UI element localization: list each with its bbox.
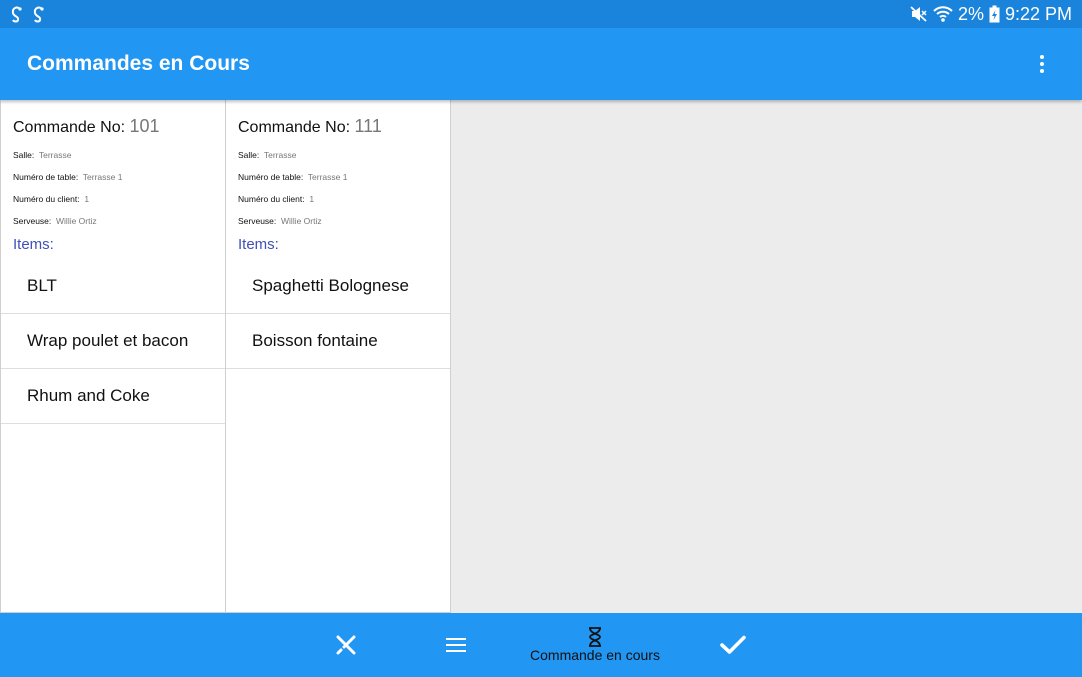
nav-commande-en-cours-button[interactable]: Commande en cours xyxy=(515,613,675,677)
serveuse-label: Serveuse: xyxy=(238,216,277,226)
serveuse-label: Serveuse: xyxy=(13,216,52,226)
table-value: Terrasse 1 xyxy=(307,172,348,182)
mute-icon xyxy=(910,6,927,22)
utensils-icon xyxy=(336,635,356,655)
salle-label: Salle: xyxy=(13,150,35,160)
items-label: Items: xyxy=(13,236,54,253)
nav-check-button[interactable] xyxy=(713,613,753,677)
order-salle: Salle: Terrasse xyxy=(13,149,213,161)
order-serveuse: Serveuse: Willie Ortiz xyxy=(238,215,438,227)
battery-charging-icon xyxy=(989,5,1000,23)
status-bar: 2% 9:22 PM xyxy=(0,0,1082,28)
order-table: Numéro de table: Terrasse 1 xyxy=(238,171,438,183)
list-item[interactable]: Boisson fontaine xyxy=(226,314,450,369)
serveuse-value: Willie Ortiz xyxy=(281,216,322,226)
order-card[interactable]: Commande No: 111 Salle: Terrasse Numéro … xyxy=(226,100,451,613)
battery-percent: 2% xyxy=(957,3,984,24)
client-value: 1 xyxy=(84,194,90,204)
notification-icon xyxy=(11,6,22,23)
list-item[interactable]: Rhum and Coke xyxy=(1,369,225,424)
list-item[interactable]: Wrap poulet et bacon xyxy=(1,314,225,369)
order-client: Numéro du client: 1 xyxy=(13,193,213,205)
client-label: Numéro du client: xyxy=(13,194,80,204)
items-list: Spaghetti Bolognese Boisson fontaine xyxy=(226,259,450,369)
nav-menu-button[interactable] xyxy=(436,613,476,677)
orders-list: Commande No: 101 Salle: Terrasse Numéro … xyxy=(0,100,451,613)
table-label: Numéro de table: xyxy=(13,172,79,182)
list-item[interactable]: Spaghetti Bolognese xyxy=(226,259,450,314)
client-label: Numéro du client: xyxy=(238,194,305,204)
order-title: Commande No: 101 xyxy=(13,116,213,137)
checkmark-icon xyxy=(720,635,746,654)
order-client: Numéro du client: 1 xyxy=(238,193,438,205)
hourglass-icon xyxy=(589,627,601,647)
menu-lines-icon xyxy=(446,638,466,652)
nav-label: Commande en cours xyxy=(530,647,660,663)
status-time: 9:22 PM xyxy=(1004,3,1072,24)
serveuse-value: Willie Ortiz xyxy=(56,216,97,226)
order-number: 101 xyxy=(129,116,160,136)
order-table: Numéro de table: Terrasse 1 xyxy=(13,171,213,183)
items-list: BLT Wrap poulet et bacon Rhum and Coke xyxy=(1,259,225,424)
order-card[interactable]: Commande No: 101 Salle: Terrasse Numéro … xyxy=(0,100,226,613)
table-value: Terrasse 1 xyxy=(82,172,123,182)
notification-icon xyxy=(33,6,44,23)
salle-label: Salle: xyxy=(238,150,260,160)
nav-utensils-button[interactable] xyxy=(326,613,366,677)
list-item[interactable]: BLT xyxy=(1,259,225,314)
salle-value: Terrasse xyxy=(263,150,297,160)
status-right-icons: 2% 9:22 PM xyxy=(910,0,1072,28)
page-title: Commandes en Cours xyxy=(27,52,250,75)
bottom-nav: Commande en cours xyxy=(0,613,1082,677)
order-serveuse: Serveuse: Willie Ortiz xyxy=(13,215,213,227)
status-left-icons xyxy=(10,4,46,24)
app-bar: Commandes en Cours xyxy=(0,28,1082,100)
order-title-label: Commande No: xyxy=(13,119,126,136)
table-label: Numéro de table: xyxy=(238,172,304,182)
order-title-label: Commande No: xyxy=(238,119,351,136)
order-salle: Salle: Terrasse xyxy=(238,149,438,161)
client-value: 1 xyxy=(309,194,315,204)
wifi-icon xyxy=(933,6,953,22)
salle-value: Terrasse xyxy=(38,150,72,160)
items-label: Items: xyxy=(238,236,279,253)
order-number: 111 xyxy=(354,116,382,136)
order-title: Commande No: 111 xyxy=(238,116,438,137)
overflow-menu-icon[interactable] xyxy=(1032,52,1052,76)
